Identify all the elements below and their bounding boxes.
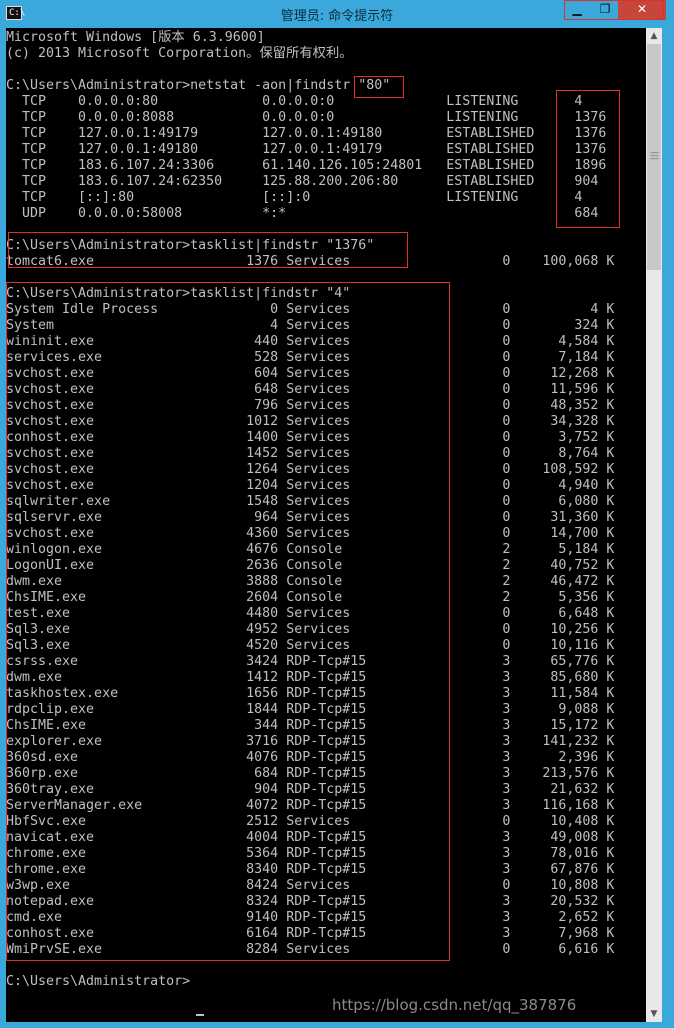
console-line: svchost.exe 796 Services 0 48,352 K (6, 398, 615, 413)
window-bottom-border (0, 1022, 674, 1028)
console-line: taskhostex.exe 1656 RDP-Tcp#15 3 11,584 … (6, 686, 615, 701)
console-line: Microsoft Windows [版本 6.3.9600] (6, 30, 265, 45)
console-line: 360rp.exe 684 RDP-Tcp#15 3 213,576 K (6, 766, 615, 781)
console-line: C:\Users\Administrator> (6, 974, 191, 989)
console-line: dwm.exe 1412 RDP-Tcp#15 3 85,680 K (6, 670, 615, 685)
console-line: sqlwriter.exe 1548 Services 0 6,080 K (6, 494, 615, 509)
console-line: (c) 2013 Microsoft Corporation。保留所有权利。 (6, 46, 353, 61)
console-line: System Idle Process 0 Services 0 4 K (6, 302, 615, 317)
console-line: Sql3.exe 4952 Services 0 10,256 K (6, 622, 615, 637)
console-line: svchost.exe 4360 Services 0 14,700 K (6, 526, 615, 541)
console-line: WmiPrvSE.exe 8284 Services 0 6,616 K (6, 942, 615, 957)
title-bar[interactable]: C:\ 管理员: 命令提示符 ▁ ❐ ✕ (0, 0, 674, 28)
maximize-button[interactable]: ❐ (592, 0, 618, 20)
console-line: chrome.exe 8340 RDP-Tcp#15 3 67,876 K (6, 862, 615, 877)
console-line: ServerManager.exe 4072 RDP-Tcp#15 3 116,… (6, 798, 615, 813)
console-line: winlogon.exe 4676 Console 2 5,184 K (6, 542, 615, 557)
console-line: chrome.exe 5364 RDP-Tcp#15 3 78,016 K (6, 846, 615, 861)
console-line: svchost.exe 604 Services 0 12,268 K (6, 366, 615, 381)
console-line: rdpclip.exe 1844 RDP-Tcp#15 3 9,088 K (6, 702, 615, 717)
console-line: conhost.exe 6164 RDP-Tcp#15 3 7,968 K (6, 926, 615, 941)
scrollbar-thumb[interactable]: — — — (647, 44, 661, 270)
console-line: navicat.exe 4004 RDP-Tcp#15 3 49,008 K (6, 830, 615, 845)
console-line: ChsIME.exe 344 RDP-Tcp#15 3 15,172 K (6, 718, 615, 733)
console-line: svchost.exe 1264 Services 0 108,592 K (6, 462, 615, 477)
console-line: 360sd.exe 4076 RDP-Tcp#15 3 2,396 K (6, 750, 615, 765)
console-line: tomcat6.exe 1376 Services 0 100,068 K (6, 254, 615, 269)
console-line: conhost.exe 1400 Services 0 3,752 K (6, 430, 615, 445)
console-line: svchost.exe 648 Services 0 11,596 K (6, 382, 615, 397)
console-line: wininit.exe 440 Services 0 4,584 K (6, 334, 615, 349)
scroll-down-arrow-icon[interactable]: ▼ (646, 1006, 662, 1022)
vertical-scrollbar[interactable]: ▲ — — — ▼ (646, 28, 662, 1022)
console-line: notepad.exe 8324 RDP-Tcp#15 3 20,532 K (6, 894, 615, 909)
console-text: Microsoft Windows [版本 6.3.9600] (c) 2013 … (6, 30, 614, 990)
console-line: explorer.exe 3716 RDP-Tcp#15 3 141,232 K (6, 734, 615, 749)
console-line: TCP 0.0.0.0:80 0.0.0.0:0 LISTENING 4 (6, 94, 583, 109)
minimize-button[interactable]: ▁ (564, 0, 590, 20)
console-line: test.exe 4480 Services 0 6,648 K (6, 606, 615, 621)
console-line: TCP 183.6.107.24:62350 125.88.200.206:80… (6, 174, 599, 189)
close-button[interactable]: ✕ (618, 0, 666, 20)
watermark-text: https://blog.csdn.net/qq_387876 (332, 996, 577, 1014)
console-line: svchost.exe 1204 Services 0 4,940 K (6, 478, 615, 493)
console-line: C:\Users\Administrator>tasklist|findstr … (6, 238, 375, 253)
console-line: LogonUI.exe 2636 Console 2 40,752 K (6, 558, 615, 573)
console-line: ChsIME.exe 2604 Console 2 5,356 K (6, 590, 615, 605)
console-line: svchost.exe 1012 Services 0 34,328 K (6, 414, 615, 429)
console-line: 360tray.exe 904 RDP-Tcp#15 3 21,632 K (6, 782, 615, 797)
grip-icon: — — — (650, 148, 659, 164)
console-line: svchost.exe 1452 Services 0 8,764 K (6, 446, 615, 461)
console-line: C:\Users\Administrator>tasklist|findstr … (6, 286, 351, 301)
console-line: System 4 Services 0 324 K (6, 318, 615, 333)
console-line: Sql3.exe 4520 Services 0 10,116 K (6, 638, 615, 653)
console-line: dwm.exe 3888 Console 2 46,472 K (6, 574, 615, 589)
console-line: services.exe 528 Services 0 7,184 K (6, 350, 615, 365)
console-line: w3wp.exe 8424 Services 0 10,808 K (6, 878, 615, 893)
console-line: HbfSvc.exe 2512 Services 0 10,408 K (6, 814, 615, 829)
text-cursor (196, 1014, 204, 1016)
console-output[interactable]: Microsoft Windows [版本 6.3.9600] (c) 2013 … (6, 28, 646, 1022)
console-line: TCP [::]:80 [::]:0 LISTENING 4 (6, 190, 583, 205)
scroll-up-arrow-icon[interactable]: ▲ (646, 28, 662, 44)
console-line: TCP 0.0.0.0:8088 0.0.0.0:0 LISTENING 137… (6, 110, 607, 125)
console-line: cmd.exe 9140 RDP-Tcp#15 3 2,652 K (6, 910, 615, 925)
console-line: UDP 0.0.0.0:58008 *:* 684 (6, 206, 599, 221)
console-line: TCP 183.6.107.24:3306 61.140.126.105:248… (6, 158, 607, 173)
console-line: csrss.exe 3424 RDP-Tcp#15 3 65,776 K (6, 654, 615, 669)
console-line: TCP 127.0.0.1:49180 127.0.0.1:49179 ESTA… (6, 142, 607, 157)
command-prompt-window: C:\ 管理员: 命令提示符 ▁ ❐ ✕ Microsoft Windows [… (0, 0, 674, 1028)
console-line: sqlservr.exe 964 Services 0 31,360 K (6, 510, 615, 525)
console-line: C:\Users\Administrator>netstat -aon|find… (6, 78, 391, 93)
console-line: TCP 127.0.0.1:49179 127.0.0.1:49180 ESTA… (6, 126, 607, 141)
